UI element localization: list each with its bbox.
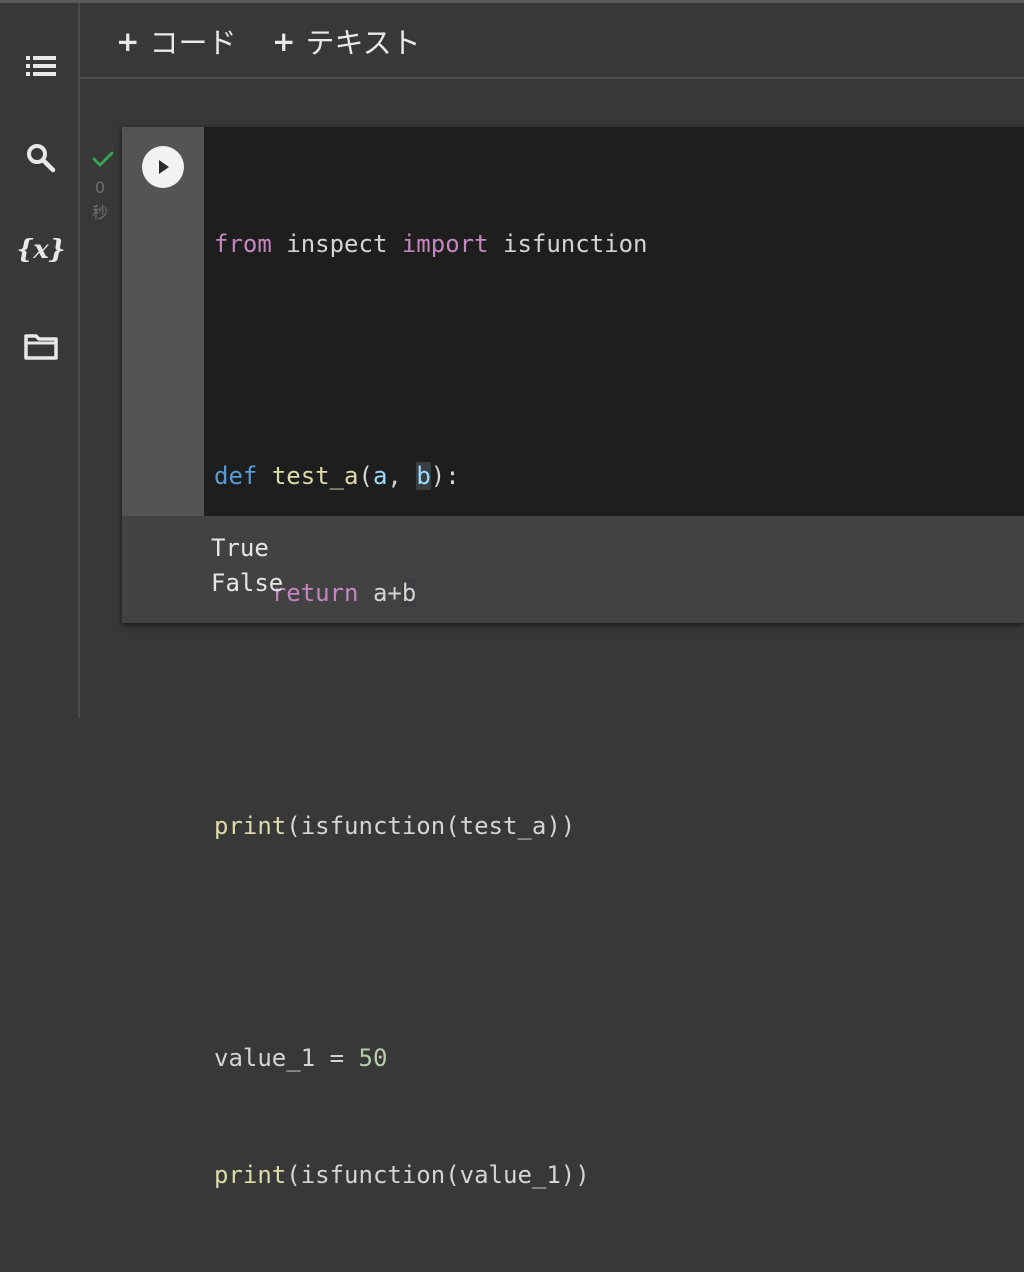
- plus-icon: +: [116, 24, 140, 58]
- play-icon: [159, 160, 169, 174]
- execution-time-value: 0: [94, 178, 106, 197]
- execution-time: 0 秒: [88, 175, 112, 225]
- code-line: print(isfunction(value_1)): [214, 1160, 590, 1189]
- search-icon[interactable]: [20, 137, 62, 179]
- run-cell-button[interactable]: [142, 146, 184, 188]
- left-sidebar: {x}: [0, 3, 80, 718]
- add-code-label: コード: [149, 26, 237, 60]
- plus-icon: +: [272, 24, 296, 58]
- execution-success-check-icon: [92, 149, 114, 174]
- code-line: print(isfunction(test_a)): [214, 811, 576, 840]
- variables-icon[interactable]: {x}: [17, 229, 66, 271]
- execution-time-unit: 秒: [91, 203, 108, 222]
- output-line: True: [211, 534, 269, 562]
- cell-output: True False: [211, 531, 283, 601]
- code-line: def test_a(a, b):: [214, 462, 460, 491]
- code-editor[interactable]: from inspect import isfunction def test_…: [204, 127, 1024, 1189]
- notebook-main: 0 秒 from inspect import isfunction def t…: [80, 79, 1024, 1189]
- folder-icon[interactable]: [20, 325, 62, 367]
- add-code-button[interactable]: + コード: [116, 21, 236, 61]
- table-of-contents-icon[interactable]: [20, 45, 62, 87]
- add-text-button[interactable]: + テキスト: [272, 21, 421, 61]
- code-text[interactable]: from inspect import isfunction def test_…: [214, 147, 648, 1272]
- cell-gutter: [122, 127, 204, 516]
- code-line: from inspect import isfunction: [214, 229, 648, 258]
- output-line: False: [211, 569, 284, 597]
- add-text-label: テキスト: [305, 26, 421, 60]
- variables-icon-glyph: {x}: [16, 235, 66, 265]
- notebook-toolbar: + コード + テキスト: [80, 3, 1024, 79]
- code-line: value_1 = 50: [214, 1044, 388, 1073]
- code-cell[interactable]: from inspect import isfunction def test_…: [122, 127, 1024, 1189]
